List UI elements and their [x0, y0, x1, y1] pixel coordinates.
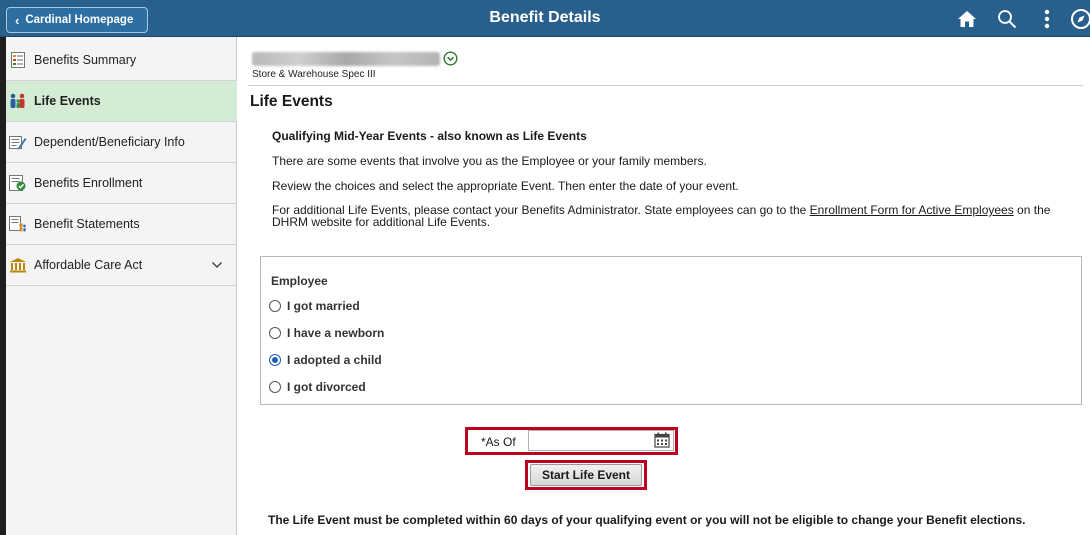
- back-button-label: Cardinal Homepage: [25, 14, 134, 26]
- search-icon[interactable]: [994, 6, 1020, 32]
- page-title: Benefit Details: [489, 9, 601, 26]
- radio-button[interactable]: [269, 381, 281, 393]
- sidebar-item-benefits-enrollment[interactable]: Benefits Enrollment: [6, 163, 237, 204]
- enrollment-form-link[interactable]: Enrollment Form for Active Employees: [810, 203, 1014, 217]
- sidebar-item-benefit-statements[interactable]: Benefit Statements: [6, 204, 237, 245]
- event-option-label: I got married: [287, 299, 360, 313]
- sidebar-item-affordable-care-act[interactable]: Affordable Care Act: [6, 245, 237, 286]
- sidebar-item-label: Dependent/Beneficiary Info: [34, 135, 185, 149]
- more-menu-icon[interactable]: [1034, 6, 1060, 32]
- calendar-icon[interactable]: [654, 432, 670, 448]
- event-option-married[interactable]: I got married: [269, 299, 360, 313]
- radio-button-selected[interactable]: [269, 354, 281, 366]
- enrollment-icon: [8, 175, 28, 191]
- cardinal-homepage-back-button[interactable]: ‹ Cardinal Homepage: [6, 7, 148, 33]
- family-icon: [8, 93, 28, 109]
- chevron-left-icon: ‹: [15, 12, 20, 28]
- building-icon: [8, 257, 28, 273]
- sidebar-item-label: Benefit Statements: [34, 217, 140, 231]
- intro-paragraph-contact: For additional Life Events, please conta…: [272, 204, 1072, 228]
- employee-job-title: Store & Warehouse Spec III: [252, 69, 376, 80]
- as-of-label: *As Of: [481, 435, 516, 449]
- sidebar-item-label: Affordable Care Act: [34, 258, 143, 272]
- sidebar-item-label: Benefits Summary: [34, 53, 137, 67]
- main-content: Store & Warehouse Spec III Life Events Q…: [238, 37, 1090, 535]
- divider: [248, 85, 1083, 86]
- section-title: Life Events: [250, 93, 333, 110]
- sidebar-item-label: Benefits Enrollment: [34, 176, 143, 190]
- sidebar-item-label: Life Events: [34, 94, 101, 108]
- event-option-label: I adopted a child: [287, 353, 382, 367]
- radio-button[interactable]: [269, 327, 281, 339]
- as-of-date-input[interactable]: [528, 430, 674, 451]
- intro-paragraph: There are some events that involve you a…: [272, 154, 707, 168]
- event-option-newborn[interactable]: I have a newborn: [269, 326, 384, 340]
- group-title: Employee: [271, 274, 328, 288]
- intro-heading: Qualifying Mid-Year Events - also known …: [272, 129, 587, 143]
- deadline-notice: The Life Event must be completed within …: [268, 513, 1026, 527]
- event-option-adopted[interactable]: I adopted a child: [269, 353, 382, 367]
- radio-button[interactable]: [269, 300, 281, 312]
- life-event-options-group: Employee I got married I have a newborn …: [260, 256, 1082, 405]
- intro-paragraph: Review the choices and select the approp…: [272, 179, 739, 193]
- event-option-divorced[interactable]: I got divorced: [269, 380, 366, 394]
- event-option-label: I got divorced: [287, 380, 366, 394]
- chevron-down-circle-icon[interactable]: [443, 51, 458, 66]
- nav-icon[interactable]: [1068, 6, 1090, 32]
- chevron-down-icon[interactable]: [211, 258, 223, 272]
- statement-icon: [8, 216, 28, 232]
- start-life-event-button[interactable]: Start Life Event: [530, 464, 642, 486]
- top-header-bar: ‹ Cardinal Homepage Benefit Details: [0, 0, 1090, 37]
- dependent-icon: [8, 134, 28, 150]
- summary-icon: [8, 52, 28, 68]
- employee-name-redacted: [252, 52, 440, 66]
- sidebar-item-benefits-summary[interactable]: Benefits Summary: [6, 40, 237, 81]
- event-option-label: I have a newborn: [287, 326, 385, 340]
- sidebar-item-life-events[interactable]: Life Events: [6, 81, 237, 122]
- sidebar-item-dependent-beneficiary-info[interactable]: Dependent/Beneficiary Info: [6, 122, 237, 163]
- home-icon[interactable]: [954, 6, 980, 32]
